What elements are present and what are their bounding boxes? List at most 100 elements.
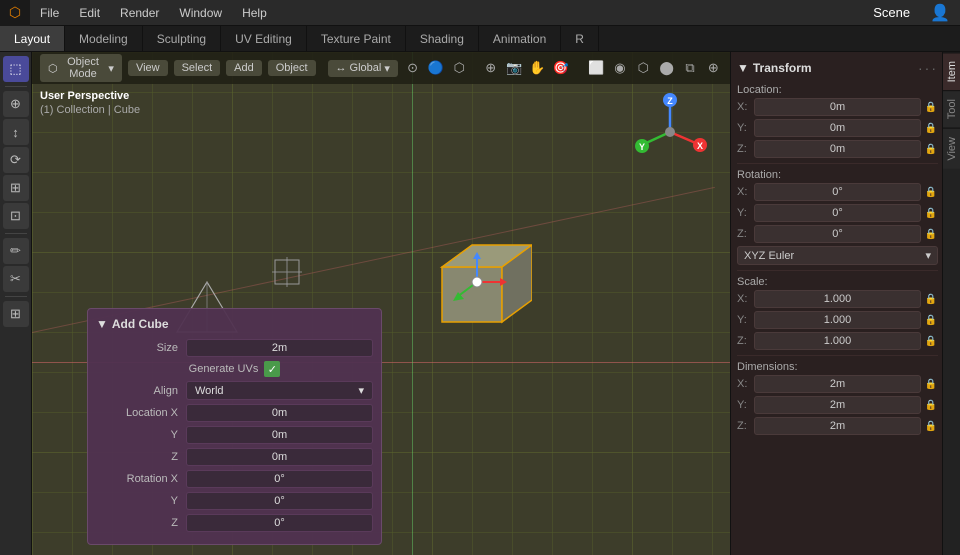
ws-tab-shading[interactable]: Shading [406,26,479,51]
tool-cursor[interactable]: ⊕ [3,91,29,117]
viewport-shading-solid[interactable]: ◉ [611,57,628,79]
scale-group-label: Scale: [737,276,938,288]
loc-x-field[interactable]: 0m [754,98,921,116]
select-button[interactable]: Select [174,60,221,76]
rot-z-lock[interactable]: 🔒 [924,227,938,241]
sc-x-lock[interactable]: 🔒 [924,292,938,306]
location-x-input[interactable]: 0m [186,404,373,422]
vertical-axis [412,52,413,555]
sc-y-field[interactable]: 1.000 [754,311,921,329]
right-tab-view[interactable]: View [943,128,960,169]
loc-z-field[interactable]: 0m [754,140,921,158]
dim-x-field[interactable]: 2m [754,375,921,393]
location-z-input[interactable]: 0m [186,448,373,466]
object-button[interactable]: Object [268,60,316,76]
viewport-shading-mat[interactable]: ⬡ [635,57,652,79]
snap-icon[interactable]: 🔵 [427,57,444,79]
size-label: Size [96,342,186,354]
move-icon[interactable]: ✋ [529,57,546,79]
rot-x-field[interactable]: 0° [754,183,921,201]
tool-scale[interactable]: ⊞ [3,175,29,201]
view-button[interactable]: View [128,60,168,76]
dim-y-field[interactable]: 2m [754,396,921,414]
location-y-input[interactable]: 0m [186,426,373,444]
generate-uvs-checkbox[interactable]: ✓ [264,361,280,377]
viewport[interactable]: ⬡ Object Mode ▾ View Select Add Object ↔… [32,52,730,555]
axis-gizmo[interactable]: Z X Y [630,92,710,172]
object-mode-button[interactable]: ⬡ Object Mode ▾ [40,54,122,82]
loc-x-lock[interactable]: 🔒 [924,100,938,114]
menu-window[interactable]: Window [169,0,232,25]
cube-object[interactable] [422,227,532,337]
rotation-z-row: Z: 0° 🔒 [737,225,938,243]
size-row: Size 2m [96,339,373,357]
perspective-label: User Perspective [40,90,129,102]
tool-transform[interactable]: ⊡ [3,203,29,229]
tool-measure[interactable]: ✂ [3,266,29,292]
sc-x-field[interactable]: 1.000 [754,290,921,308]
sc-y-lock[interactable]: 🔒 [924,313,938,327]
loc-y-lock[interactable]: 🔒 [924,121,938,135]
viewport-shading-render[interactable]: ⬤ [658,57,675,79]
add-button[interactable]: Add [226,60,262,76]
align-dropdown[interactable]: World ▾ [186,381,373,400]
sc-z-lock[interactable]: 🔒 [924,334,938,348]
dim-z-lock[interactable]: 🔒 [924,419,938,433]
right-tab-tool[interactable]: Tool [943,90,960,127]
location-z-row: Z: 0m 🔒 [737,140,938,158]
viewport-overlay[interactable]: ⧉ [681,57,698,79]
view-icon[interactable]: ⊕ [482,57,499,79]
ws-tab-animation[interactable]: Animation [479,26,561,51]
transform-global-button[interactable]: ↔ Global ▾ [328,60,398,77]
user-avatar[interactable]: 👤 [920,0,960,25]
scene-name[interactable]: Scene [863,0,920,25]
sc-z-axis: Z: [737,335,751,347]
rot-y-field[interactable]: 0° [754,204,921,222]
euler-dropdown[interactable]: XYZ Euler ▾ [737,246,938,265]
rotation-x-input[interactable]: 0° [186,470,373,488]
viewport-shading-wire[interactable]: ⬜ [588,57,605,79]
transform-options-icon[interactable]: ··· [918,60,938,76]
add-cube-collapse-icon[interactable]: ▼ [96,317,108,331]
rot-x-lock[interactable]: 🔒 [924,185,938,199]
tool-rotate[interactable]: ⟳ [3,147,29,173]
menu-edit[interactable]: Edit [69,0,110,25]
sc-z-field[interactable]: 1.000 [754,332,921,350]
proportional-edit-icon[interactable]: ⊙ [404,57,421,79]
lock-icon[interactable]: 🎯 [552,57,569,79]
rotation-z-input[interactable]: 0° [186,514,373,532]
ws-tab-r[interactable]: R [561,26,599,51]
transform-collapse-icon[interactable]: ▼ [737,61,749,75]
snap2-icon[interactable]: ⬡ [451,57,468,79]
loc-z-lock[interactable]: 🔒 [924,142,938,156]
sc-y-axis: Y: [737,314,751,326]
menu-render[interactable]: Render [110,0,169,25]
viewport-header: ⬡ Object Mode ▾ View Select Add Object ↔… [32,52,730,84]
rotation-y-input[interactable]: 0° [186,492,373,510]
loc-y-field[interactable]: 0m [754,119,921,137]
scale-z-row: Z: 1.000 🔒 [737,332,938,350]
ws-tab-modeling[interactable]: Modeling [65,26,143,51]
dim-x-lock[interactable]: 🔒 [924,377,938,391]
transform-title-text: Transform [753,61,812,75]
tool-move[interactable]: ↕ [3,119,29,145]
ws-tab-sculpting[interactable]: Sculpting [143,26,221,51]
ws-tab-texture-paint[interactable]: Texture Paint [307,26,406,51]
camera-icon[interactable]: 📷 [505,57,522,79]
rotation-z-label: Z [96,517,186,529]
tool-select[interactable]: ⬚ [3,56,29,82]
rot-y-lock[interactable]: 🔒 [924,206,938,220]
rot-y-axis: Y: [737,207,751,219]
dim-y-lock[interactable]: 🔒 [924,398,938,412]
viewport-gizmo[interactable]: ⊕ [705,57,722,79]
menu-help[interactable]: Help [232,0,277,25]
tool-add[interactable]: ⊞ [3,301,29,327]
dim-z-field[interactable]: 2m [754,417,921,435]
menu-file[interactable]: File [30,0,69,25]
rot-z-field[interactable]: 0° [754,225,921,243]
ws-tab-uv-editing[interactable]: UV Editing [221,26,307,51]
size-input[interactable]: 2m [186,339,373,357]
right-tab-item[interactable]: Item [943,52,960,90]
ws-tab-layout[interactable]: Layout [0,26,65,51]
tool-annotate[interactable]: ✏ [3,238,29,264]
